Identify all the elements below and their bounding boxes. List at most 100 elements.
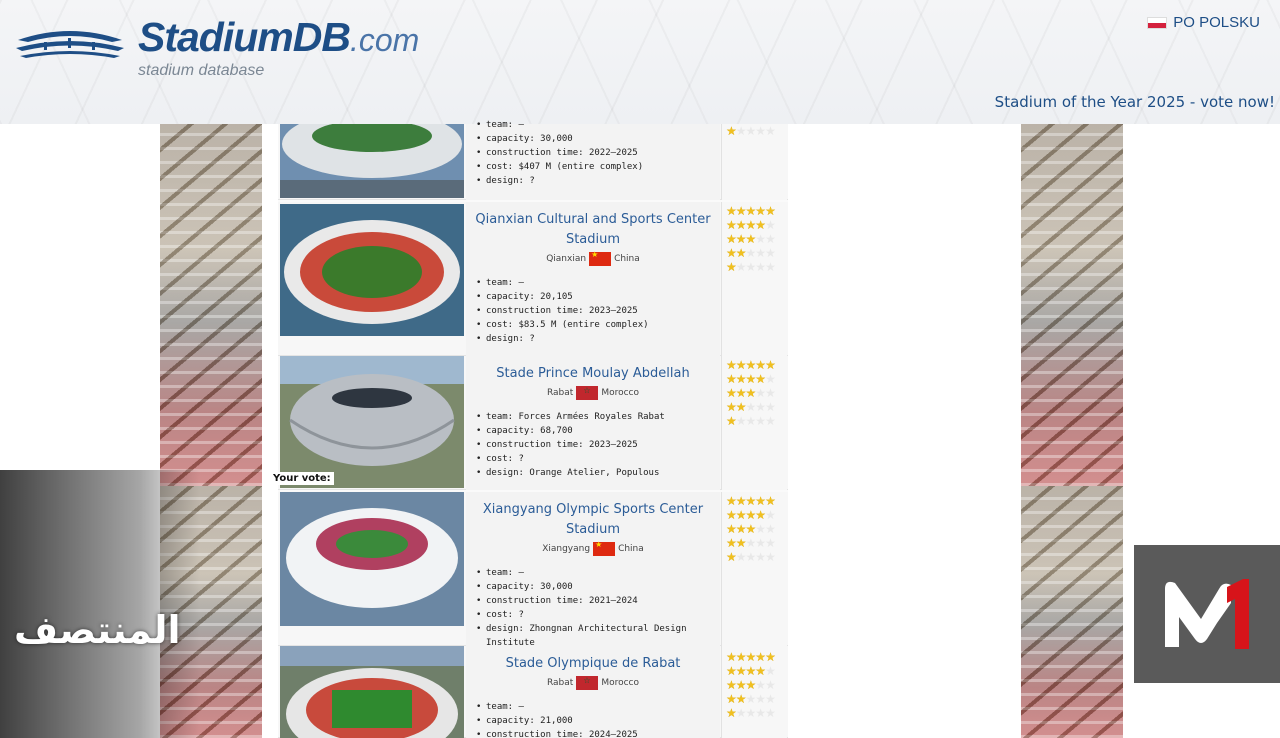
city-link[interactable]: Rabat — [547, 388, 573, 398]
star-rating-option[interactable]: ★★★★★ — [722, 536, 787, 550]
star-icon: ★ — [755, 400, 766, 414]
stadium-info: Xiangyang Olympic Sports Center Stadium … — [466, 492, 720, 648]
star-rating-option[interactable]: ★★★★★ — [722, 246, 787, 260]
channel-watermark: المنتصف — [14, 608, 181, 652]
city-link[interactable]: Qianxian — [546, 254, 586, 264]
city-link[interactable]: Xiangyang — [542, 544, 590, 554]
star-rating[interactable]: ★★★★★ ★★★★★ ★★★★★ ★★★★★ ★★★★★ — [721, 202, 787, 356]
star-rating-option[interactable]: ★★★★★ — [722, 386, 787, 400]
star-rating-option[interactable]: ★★★★★ — [722, 232, 787, 246]
star-icon: ★ — [745, 536, 757, 550]
star-icon: ★ — [745, 204, 757, 218]
country-link[interactable]: Morocco — [601, 678, 639, 688]
language-link[interactable]: PO POLSKU — [1173, 14, 1260, 31]
star-icon: ★ — [765, 204, 776, 218]
star-rating-option[interactable]: ★★★★★ — [722, 260, 787, 274]
morocco-flag-icon — [576, 386, 599, 400]
star-rating[interactable]: ★★★★★ — [721, 124, 787, 200]
star-rating-option[interactable]: ★★★★★ — [722, 550, 787, 564]
left-stadium-image-top — [160, 124, 262, 486]
country-link[interactable]: Morocco — [601, 388, 639, 398]
star-icon: ★ — [735, 494, 747, 508]
star-icon: ★ — [735, 522, 747, 536]
star-icon: ★ — [735, 204, 747, 218]
star-icon: ★ — [726, 204, 737, 218]
stadium-of-the-year-link[interactable]: Stadium of the Year 2025 - vote now! — [995, 93, 1275, 111]
country-link[interactable]: China — [618, 544, 644, 554]
stadium-thumbnail[interactable] — [280, 124, 464, 198]
star-rating-option[interactable]: ★★★★★ — [722, 692, 787, 706]
star-rating-option[interactable]: ★★★★★ — [722, 650, 787, 664]
stadium-title-link[interactable]: Stade Olympique de Rabat — [466, 654, 720, 674]
star-icon: ★ — [765, 706, 776, 720]
star-icon: ★ — [726, 400, 737, 414]
star-icon: ★ — [726, 522, 737, 536]
china-flag-icon — [589, 250, 612, 266]
star-rating-option[interactable]: ★★★★★ — [722, 494, 787, 508]
language-switch[interactable]: PO POLSKU — [1147, 14, 1260, 31]
star-rating-option[interactable]: ★★★★★ — [722, 664, 787, 678]
stadium-info: team: – capacity: 30,000 construction ti… — [466, 118, 720, 200]
star-rating[interactable]: ★★★★★ ★★★★★ ★★★★★ ★★★★★ ★★★★★ — [721, 492, 787, 646]
star-rating-option[interactable]: ★★★★★ — [722, 400, 787, 414]
fact-team: team: – — [476, 276, 720, 290]
country-link[interactable]: China — [614, 254, 640, 264]
stadium-title-link[interactable]: Qianxian Cultural and Sports Center Stad… — [466, 210, 720, 250]
star-rating-option[interactable]: ★★★★★ — [722, 372, 787, 386]
star-icon: ★ — [745, 124, 757, 138]
star-icon: ★ — [765, 522, 776, 536]
star-rating-option[interactable]: ★★★★★ — [722, 124, 787, 138]
star-icon: ★ — [735, 508, 747, 522]
star-rating-option[interactable]: ★★★★★ — [722, 204, 787, 218]
star-icon: ★ — [755, 522, 766, 536]
star-rating[interactable]: ★★★★★ ★★★★★ ★★★★★ ★★★★★ ★★★★★ — [721, 646, 787, 738]
star-icon: ★ — [726, 508, 737, 522]
star-icon: ★ — [755, 508, 766, 522]
star-icon: ★ — [765, 218, 776, 232]
star-icon: ★ — [726, 218, 737, 232]
morocco-flag-icon — [576, 676, 599, 690]
star-icon: ★ — [726, 692, 737, 706]
stadium-thumbnail[interactable] — [280, 492, 464, 626]
star-rating-option[interactable]: ★★★★★ — [722, 414, 787, 428]
star-icon: ★ — [735, 232, 747, 246]
star-rating[interactable]: ★★★★★ ★★★★★ ★★★★★ ★★★★★ ★★★★★ — [721, 356, 787, 490]
star-icon: ★ — [745, 650, 757, 664]
star-icon: ★ — [745, 358, 757, 372]
star-icon: ★ — [735, 372, 747, 386]
china-flag-icon — [593, 540, 616, 556]
stadium-location: Rabat Morocco — [466, 676, 720, 690]
star-icon: ★ — [755, 246, 766, 260]
star-rating-option[interactable]: ★★★★★ — [722, 678, 787, 692]
star-rating-option[interactable]: ★★★★★ — [722, 218, 787, 232]
stadium-title-link[interactable]: Xiangyang Olympic Sports Center Stadium — [466, 500, 720, 540]
stadium-thumbnail[interactable] — [280, 204, 464, 336]
city-link[interactable]: Rabat — [547, 678, 573, 688]
star-icon: ★ — [726, 664, 737, 678]
star-icon: ★ — [726, 358, 737, 372]
fact-construction-time: construction time: 2023–2025 — [476, 438, 720, 452]
star-icon: ★ — [755, 204, 766, 218]
star-icon: ★ — [735, 358, 747, 372]
stadium-list: team: – capacity: 30,000 construction ti… — [278, 118, 788, 738]
star-icon: ★ — [735, 246, 747, 260]
fact-design: design: ? — [476, 332, 720, 346]
star-rating-option[interactable]: ★★★★★ — [722, 508, 787, 522]
stadium-title-link[interactable]: Stade Prince Moulay Abdellah — [466, 364, 720, 384]
star-rating-option[interactable]: ★★★★★ — [722, 358, 787, 372]
m1-channel-logo — [1134, 545, 1280, 683]
stadium-thumbnail[interactable] — [280, 646, 464, 738]
star-rating-option[interactable]: ★★★★★ — [722, 706, 787, 720]
star-icon: ★ — [726, 650, 737, 664]
site-logo[interactable]: StadiumDB.com stadium database — [14, 14, 434, 84]
stadium-info: Stade Prince Moulay Abdellah Rabat Moroc… — [466, 356, 720, 490]
fact-capacity: capacity: 30,000 — [476, 132, 720, 146]
star-icon: ★ — [755, 706, 766, 720]
fact-capacity: capacity: 30,000 — [476, 580, 720, 594]
star-icon: ★ — [735, 678, 747, 692]
star-icon: ★ — [735, 260, 747, 274]
poland-flag-icon — [1147, 16, 1168, 29]
star-icon: ★ — [755, 678, 766, 692]
star-rating-option[interactable]: ★★★★★ — [722, 522, 787, 536]
stadium-thumbnail[interactable] — [280, 356, 464, 488]
